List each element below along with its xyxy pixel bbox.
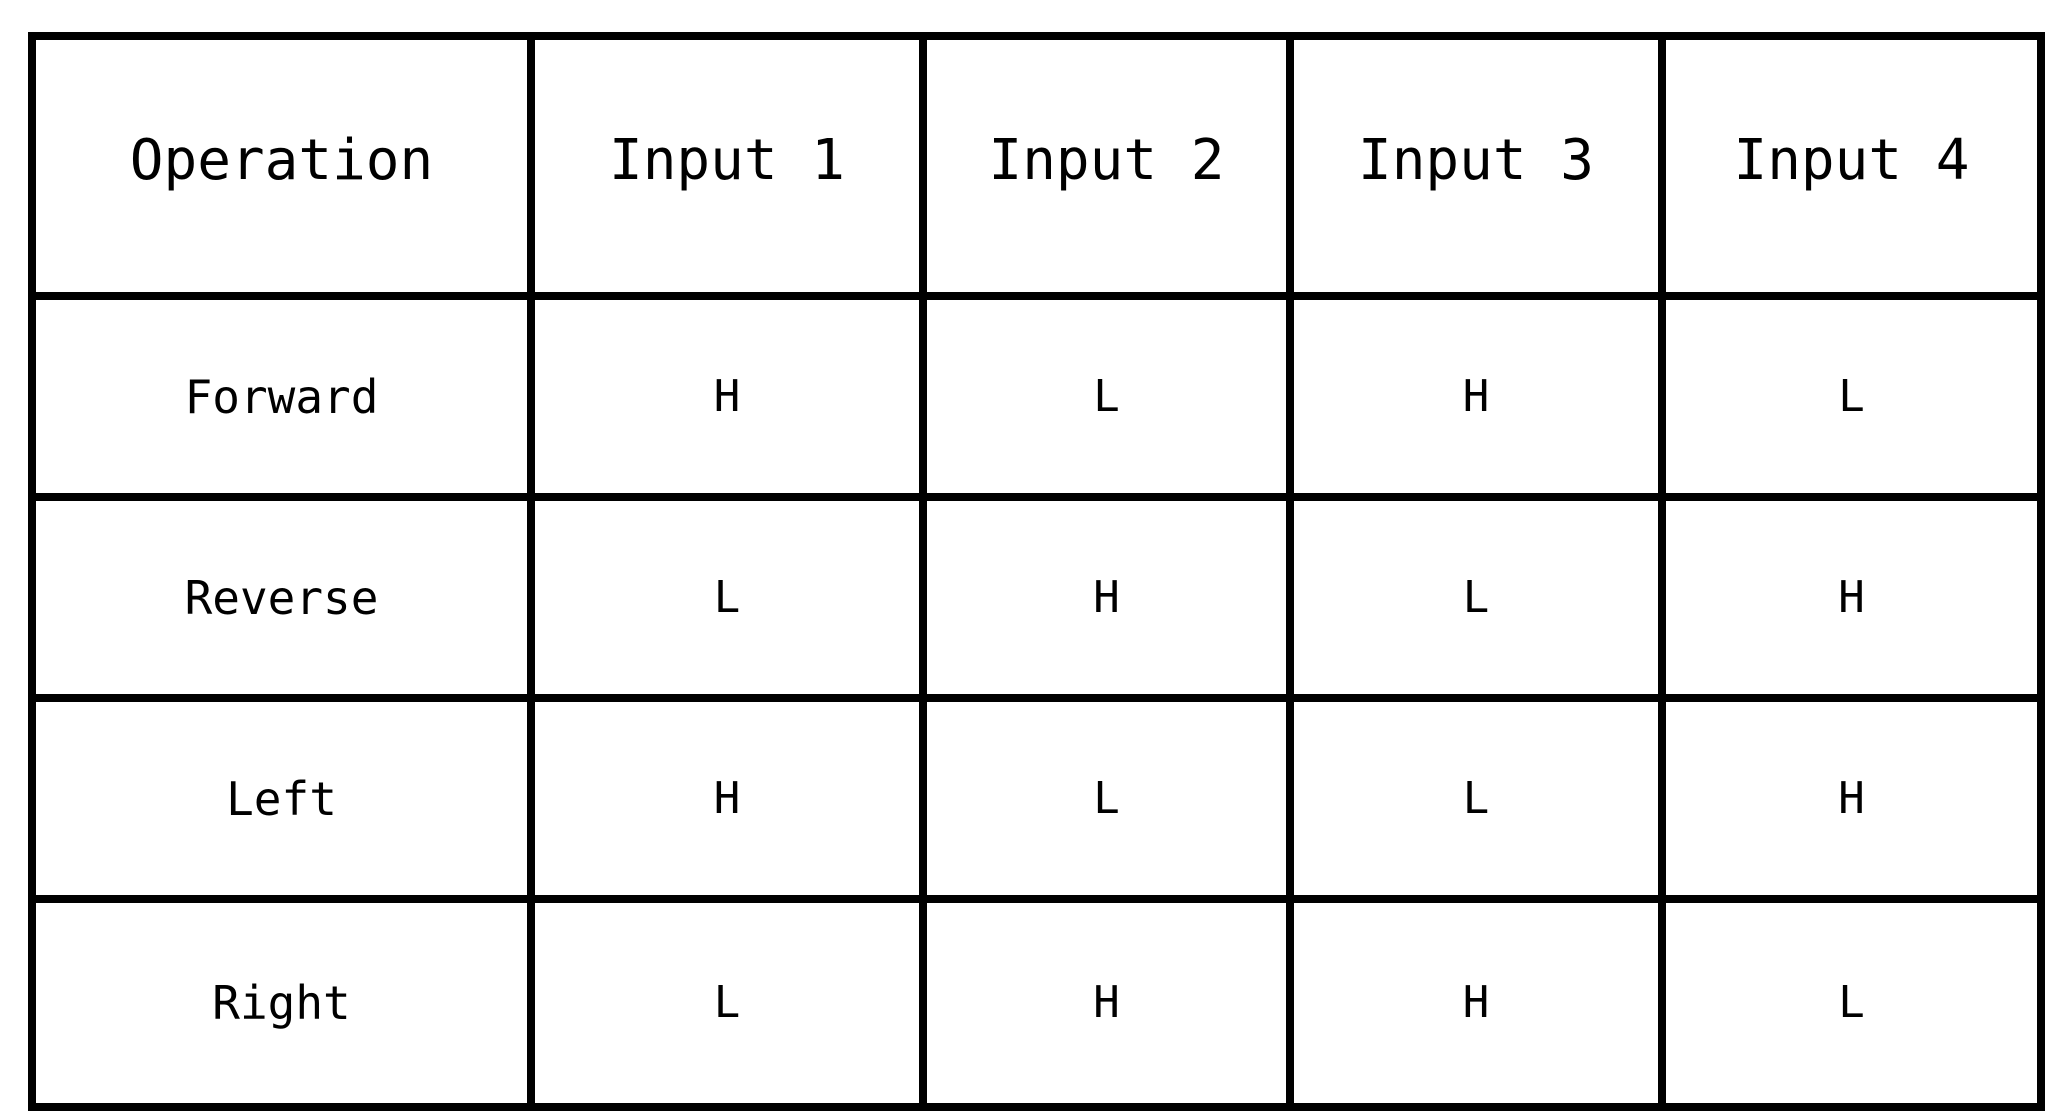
cell-operation-right: Right (28, 895, 535, 1111)
column-header-input-1: Input 1 (527, 32, 927, 300)
column-header-operation: Operation (28, 32, 535, 300)
cell-forward-input-3: H (1286, 292, 1666, 501)
cell-left-input-4: H (1658, 694, 2045, 903)
table-row: Left H L L H (28, 694, 2045, 903)
cell-forward-input-1: H (527, 292, 927, 501)
table-header: Operation Input 1 Input 2 Input 3 Input … (28, 32, 2045, 300)
cell-operation-reverse: Reverse (28, 493, 535, 702)
truth-table: Operation Input 1 Input 2 Input 3 Input … (28, 32, 2045, 1111)
cell-reverse-input-4: H (1658, 493, 2045, 702)
cell-left-input-1: H (527, 694, 927, 903)
truth-table-container: Operation Input 1 Input 2 Input 3 Input … (28, 32, 2045, 1111)
cell-forward-input-2: L (919, 292, 1294, 501)
table-row: Reverse L H L H (28, 493, 2045, 702)
table-row: Forward H L H L (28, 292, 2045, 501)
column-header-input-3: Input 3 (1286, 32, 1666, 300)
cell-left-input-2: L (919, 694, 1294, 903)
cell-reverse-input-1: L (527, 493, 927, 702)
cell-right-input-3: H (1286, 895, 1666, 1111)
cell-right-input-2: H (919, 895, 1294, 1111)
cell-left-input-3: L (1286, 694, 1666, 903)
table-body: Forward H L H L Reverse L H L H Left H L… (28, 292, 2045, 1111)
cell-reverse-input-2: H (919, 493, 1294, 702)
cell-reverse-input-3: L (1286, 493, 1666, 702)
cell-forward-input-4: L (1658, 292, 2045, 501)
cell-operation-left: Left (28, 694, 535, 903)
cell-right-input-4: L (1658, 895, 2045, 1111)
table-row: Right L H H L (28, 895, 2045, 1111)
column-header-input-2: Input 2 (919, 32, 1294, 300)
cell-right-input-1: L (527, 895, 927, 1111)
header-row: Operation Input 1 Input 2 Input 3 Input … (28, 32, 2045, 300)
cell-operation-forward: Forward (28, 292, 535, 501)
column-header-input-4: Input 4 (1658, 32, 2045, 300)
